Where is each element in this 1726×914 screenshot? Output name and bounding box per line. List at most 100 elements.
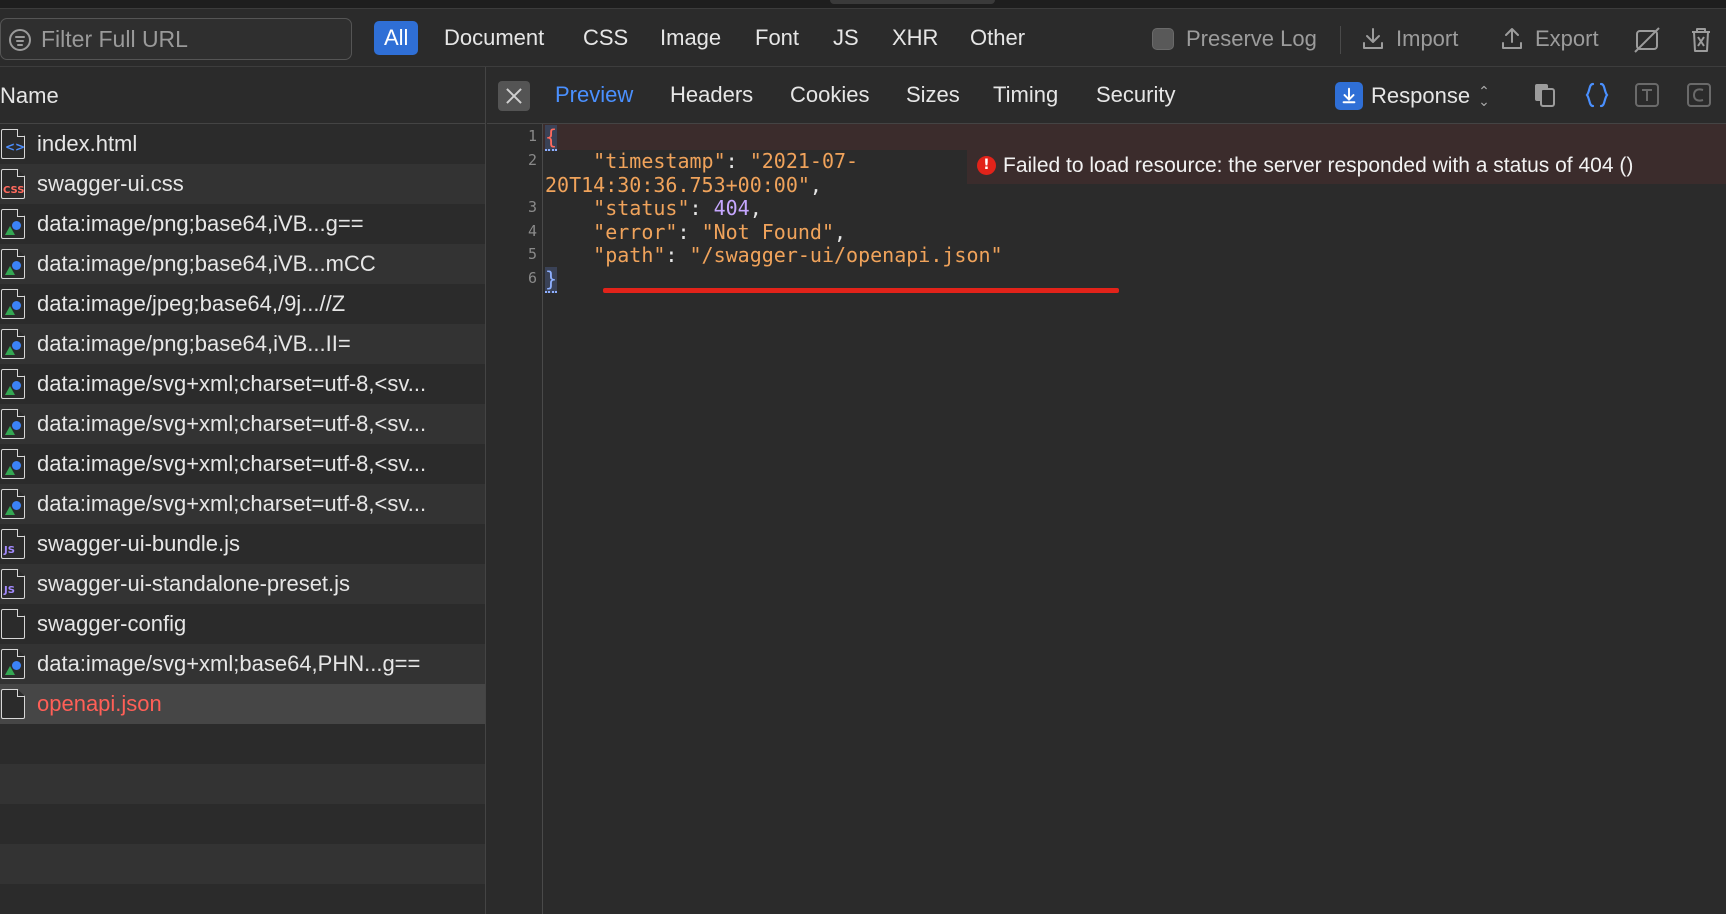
json-line-5: "path": "/swagger-ui/openapi.json" [593,243,1003,267]
request-name: data:image/png;base64,iVB...mCC [37,251,376,276]
preserve-log-label: Preserve Log [1186,26,1317,51]
empty-row [0,844,485,884]
download-arrow-icon [1335,82,1363,110]
request-row[interactable]: CSS swagger-ui.css [0,164,485,204]
path-value: "/swagger-ui/openapi.json" [689,243,1003,267]
line-number: 3 [527,198,537,216]
json-line-2: "timestamp": "2021-07- [593,149,859,173]
request-name: data:image/png;base64,iVB...g== [37,211,364,236]
chevron-updown-icon: ⌃ ⌄ [1478,83,1490,109]
request-name: data:image/svg+xml;charset=utf-8,<sv... [37,491,427,516]
request-name: data:image/png;base64,iVB...II= [37,331,351,356]
error-icon: ! [977,156,996,175]
request-row[interactable]: JS swagger-ui-bundle.js [0,524,485,564]
empty-row [0,804,485,844]
copy-icon[interactable] [1531,81,1559,109]
type-filter-other[interactable]: Other [960,21,1035,55]
open-brace: { [545,125,558,151]
image-file-icon [1,209,25,239]
json-preview[interactable]: { "timestamp": "2021-07- 20T14:30:36.753… [543,124,1726,914]
window-top-strip [0,0,1726,9]
request-name: swagger-ui-bundle.js [37,531,240,556]
line-number: 4 [527,222,537,240]
import-icon [1363,28,1383,49]
type-filter-document[interactable]: Document [434,21,554,55]
line-number-gutter: 1 2 3 4 5 6 [487,124,543,914]
import-label: Import [1396,26,1459,51]
export-label: Export [1535,26,1599,51]
type-filter-all[interactable]: All [374,21,419,55]
empty-row [0,884,485,914]
tab-hint [830,0,995,4]
error-banner: ! Failed to load resource: the server re… [967,147,1726,184]
request-row[interactable]: data:image/svg+xml;charset=utf-8,<sv... [0,404,485,444]
request-name: index.html [37,131,138,156]
tab-sizes[interactable]: Sizes [906,80,960,110]
request-row[interactable]: data:image/jpeg;base64,/9j...//Z [0,284,485,324]
filter-input[interactable] [41,26,341,52]
image-file-icon [1,369,25,399]
filter-field[interactable] [0,18,352,60]
image-file-icon [1,249,25,279]
tab-timing[interactable]: Timing [993,80,1058,110]
request-name: data:image/svg+xml;charset=utf-8,<sv... [37,411,427,436]
preserve-log-checkbox[interactable] [1152,28,1174,50]
type-filter-css[interactable]: CSS [573,21,638,55]
export-button[interactable]: Export [1499,24,1599,54]
request-name: swagger-ui-standalone-preset.js [37,571,351,596]
request-list-panel: Name <> index.html CSS swagger-ui.css data:i… [0,67,486,914]
request-row[interactable]: data:image/svg+xml;base64,PHN...g== [0,644,485,684]
filter-icon [9,29,31,51]
image-file-icon [1,329,25,359]
line-number: 2 [527,151,537,169]
document-file-icon [1,689,25,719]
tab-preview[interactable]: Preview [555,80,633,110]
error-value: "Not Found" [701,220,835,244]
clear-log-icon[interactable] [1686,25,1716,55]
js-file-icon: JS [1,569,25,599]
type-filter-image[interactable]: Image [650,21,731,55]
request-row[interactable]: JS swagger-ui-standalone-preset.js [0,564,485,604]
empty-row [0,724,485,764]
response-selector[interactable]: Response ⌃ ⌄ [1335,80,1490,112]
image-file-icon [1,649,25,679]
request-row[interactable]: data:image/svg+xml;charset=utf-8,<sv... [0,364,485,404]
tab-headers[interactable]: Headers [670,80,753,110]
toolbar-divider [1340,26,1341,54]
pretty-print-icon[interactable] [1583,81,1611,109]
request-name: data:image/svg+xml;base64,PHN...g== [37,651,421,676]
request-row[interactable]: data:image/png;base64,iVB...mCC [0,244,485,284]
type-filter-font[interactable]: Font [745,21,809,55]
close-detail-button[interactable] [498,81,530,111]
tab-cookies[interactable]: Cookies [790,80,869,110]
request-row[interactable]: data:image/svg+xml;charset=utf-8,<sv... [0,484,485,524]
json-line-6: } [545,267,558,293]
type-icon[interactable] [1633,81,1661,109]
line-number: 1 [527,127,537,145]
request-row[interactable]: swagger-config [0,604,485,644]
error-message: Failed to load resource: the server resp… [1003,153,1634,177]
document-file-icon [1,609,25,639]
request-row[interactable]: data:image/svg+xml;charset=utf-8,<sv... [0,444,485,484]
type-filter-js[interactable]: JS [823,21,869,55]
preserve-log-toggle[interactable]: Preserve Log [1152,24,1317,54]
red-underline-annotation [603,288,1119,293]
request-row[interactable]: <> index.html [0,124,485,164]
detail-panel: Preview Headers Cookies Sizes Timing Sec… [487,67,1726,914]
request-list: <> index.html CSS swagger-ui.css data:image/… [0,124,485,914]
timestamp-value-part-1: "2021-07- [749,149,859,173]
request-row[interactable]: data:image/png;base64,iVB...g== [0,204,485,244]
request-row[interactable]: openapi.json [0,684,485,724]
format-icon[interactable] [1685,81,1713,109]
tab-security[interactable]: Security [1096,80,1175,110]
import-button[interactable]: Import [1360,24,1458,54]
image-file-icon [1,489,25,519]
request-name: data:image/jpeg;base64,/9j...//Z [37,291,346,316]
image-file-icon [1,289,25,319]
disable-cache-icon[interactable] [1632,25,1662,55]
type-filter-xhr[interactable]: XHR [882,21,948,55]
request-row[interactable]: data:image/png;base64,iVB...II= [0,324,485,364]
name-column-header[interactable]: Name [0,67,485,124]
json-line-1: { [545,125,558,151]
request-name: swagger-ui.css [37,171,184,196]
